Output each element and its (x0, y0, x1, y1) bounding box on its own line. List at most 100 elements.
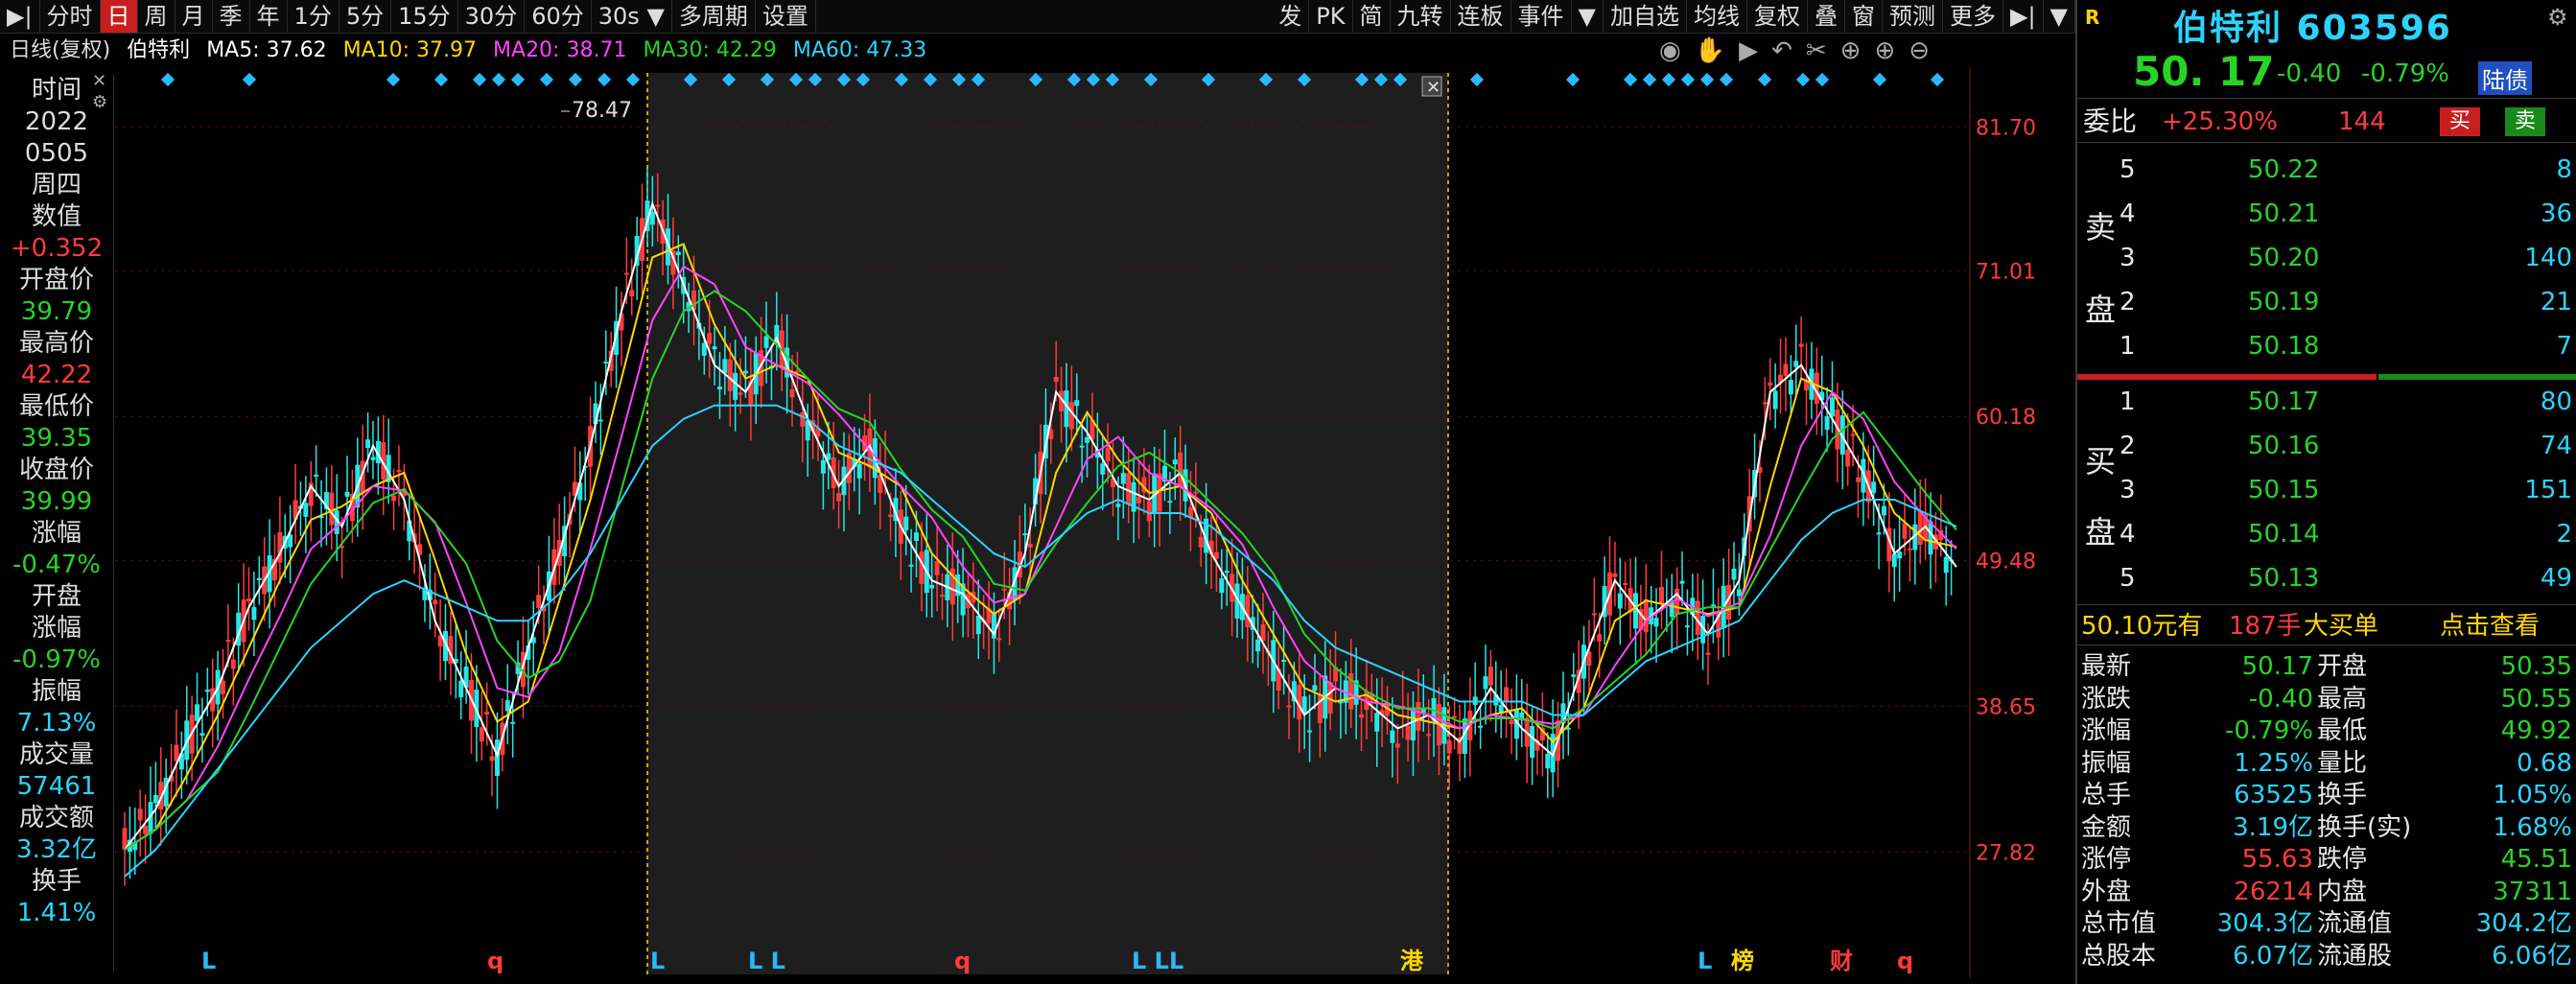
tool-events[interactable]: 事件 (1511, 0, 1572, 33)
tool-adjust[interactable]: 复权 (1747, 0, 1808, 33)
volume-label: 成交量 (18, 740, 94, 769)
zoom-out-icon[interactable]: ⊖ (1909, 36, 1943, 65)
open-change-label-1: 开盘 (31, 582, 82, 611)
candle-body (225, 640, 231, 643)
tab-monthly[interactable]: 月 (176, 0, 213, 33)
eye-icon[interactable]: ◉ (1659, 36, 1695, 65)
candle-body (1224, 571, 1229, 574)
candle-body (1027, 543, 1033, 548)
dropdown-arrow-icon[interactable]: ▼ (2044, 0, 2075, 33)
tab-multi-period[interactable]: 多周期 (672, 0, 756, 33)
tab-1min[interactable]: 1分 (288, 0, 340, 33)
low-label: 最低价 (18, 392, 94, 421)
order-level[interactable]: 3 50.15 151 (2077, 476, 2576, 504)
tab-settings[interactable]: 设置 (756, 0, 816, 33)
tab-60min[interactable]: 60分 (525, 0, 592, 33)
low-value: 39.35 (20, 424, 93, 453)
panel-settings-icon[interactable]: ⚙ (92, 92, 107, 112)
stat-label: 开盘 (2317, 652, 2368, 681)
order-level[interactable]: 5 50.13 49 (2077, 564, 2576, 593)
candle-body (251, 606, 257, 621)
candle-body (1410, 708, 1416, 741)
last-price: 50. 17 (2133, 48, 2275, 95)
tab-15min[interactable]: 15分 (391, 0, 458, 33)
tab-intraday[interactable]: 分时 (40, 0, 101, 33)
tool-overlay[interactable]: 叠 (1808, 0, 1845, 33)
collapse-icon[interactable]: ▶| (2003, 0, 2044, 33)
candle-body (707, 333, 713, 344)
zoom-in-icon[interactable]: ⊕ (1874, 36, 1909, 65)
tool-forecast[interactable]: 预测 (1883, 0, 1943, 33)
tool-more[interactable]: 更多 (1943, 0, 2003, 33)
big-order-link[interactable]: 点击查看 (2440, 612, 2540, 641)
big-order-price: 50.10元有 (2081, 612, 2203, 641)
candle-body (1286, 705, 1292, 708)
tool-lianban[interactable]: 连板 (1451, 0, 1511, 33)
candle-body (629, 290, 635, 297)
tool-jiuzhuan[interactable]: 九转 (1391, 0, 1451, 33)
stat-value: 3.19亿 (2233, 812, 2313, 842)
event-marker[interactable]: q (954, 948, 971, 974)
buy-button[interactable]: 买 (2440, 107, 2481, 136)
candle-body (370, 457, 376, 460)
candle-body (1783, 363, 1789, 376)
candle-body (1891, 553, 1897, 568)
tab-weekly[interactable]: 周 (138, 0, 176, 33)
order-level[interactable]: 5 50.22 8 (2077, 155, 2576, 184)
order-level[interactable]: 3 50.20 140 (2077, 244, 2576, 272)
order-level[interactable]: 2 50.19 21 (2077, 288, 2576, 316)
event-marker[interactable]: 榜 (1731, 948, 1754, 974)
candle-body (195, 704, 200, 721)
tab-30s[interactable]: 30s ▼ (592, 0, 672, 33)
tool-pk[interactable]: PK (1309, 0, 1353, 33)
selection-range[interactable] (647, 73, 1448, 974)
scissors-icon[interactable]: ✂ (1806, 36, 1840, 65)
order-level[interactable]: 1 50.17 80 (2077, 387, 2576, 416)
value-label: 数值 (31, 202, 82, 231)
toolbar-toggle-icon[interactable]: ▶| (0, 0, 40, 33)
candle-body (1623, 582, 1628, 585)
hand-icon[interactable]: ✋ (1695, 36, 1739, 65)
order-level[interactable]: 4 50.21 36 (2077, 199, 2576, 228)
high-label: 最高价 (18, 329, 94, 358)
tool-simple[interactable]: 简 (1353, 0, 1391, 33)
event-marker[interactable]: q (487, 948, 503, 974)
price-tick-label: 49.48 (1976, 550, 2036, 574)
panel-gear-icon[interactable]: ⚙ (2547, 4, 2568, 31)
undo-icon[interactable]: ↶ (1771, 36, 1806, 65)
event-marker[interactable]: L LL (1132, 948, 1183, 974)
tab-daily[interactable]: 日 (100, 0, 138, 33)
candle-body (655, 204, 661, 207)
tool-moving-average[interactable]: 均线 (1687, 0, 1747, 33)
panel-close-icon[interactable]: ✕ (92, 71, 106, 91)
order-level[interactable]: 1 50.18 7 (2077, 332, 2576, 361)
tab-yearly[interactable]: 年 (250, 0, 288, 33)
hk-connect-tag[interactable]: 陆债 (2478, 61, 2532, 95)
event-marker[interactable]: L (1698, 948, 1712, 974)
dropdown-arrow-icon[interactable]: ▼ (1572, 0, 1604, 33)
ma20-value: MA20: 38.71 (493, 38, 627, 62)
kline-chart[interactable]: 81.70 71.01 60.18 49.48 38.65 27.82 78.47 ✕ L… (0, 67, 2075, 984)
event-marker[interactable]: q (1897, 948, 1913, 974)
sell-button[interactable]: 卖 (2505, 107, 2546, 136)
order-level[interactable]: 4 50.14 2 (2077, 520, 2576, 549)
event-marker[interactable]: 财 (1830, 948, 1853, 974)
tool-window[interactable]: 窗 (1845, 0, 1883, 33)
event-marker[interactable]: L (201, 948, 216, 974)
order-level[interactable]: 2 50.16 74 (2077, 432, 2576, 460)
crosshair-icon[interactable]: ⊕ (1840, 36, 1875, 65)
period-label[interactable]: 日线(复权) (0, 38, 110, 62)
tool-add-watchlist[interactable]: 加自选 (1604, 0, 1687, 33)
play-icon[interactable]: ▶ (1739, 36, 1771, 65)
candle-body (1871, 481, 1877, 494)
tab-30min[interactable]: 30分 (458, 0, 526, 33)
tab-quarterly[interactable]: 季 (213, 0, 250, 33)
event-marker[interactable]: 港 (1400, 948, 1424, 974)
level-volume: 80 (2540, 387, 2572, 416)
tab-5min[interactable]: 5分 (340, 0, 392, 33)
event-marker[interactable]: L L (748, 948, 785, 974)
candle-body (1845, 449, 1851, 467)
tool-fa[interactable]: 发 (1272, 0, 1310, 33)
level-price: 50.14 (2248, 520, 2320, 549)
event-marker[interactable]: L (650, 948, 665, 974)
